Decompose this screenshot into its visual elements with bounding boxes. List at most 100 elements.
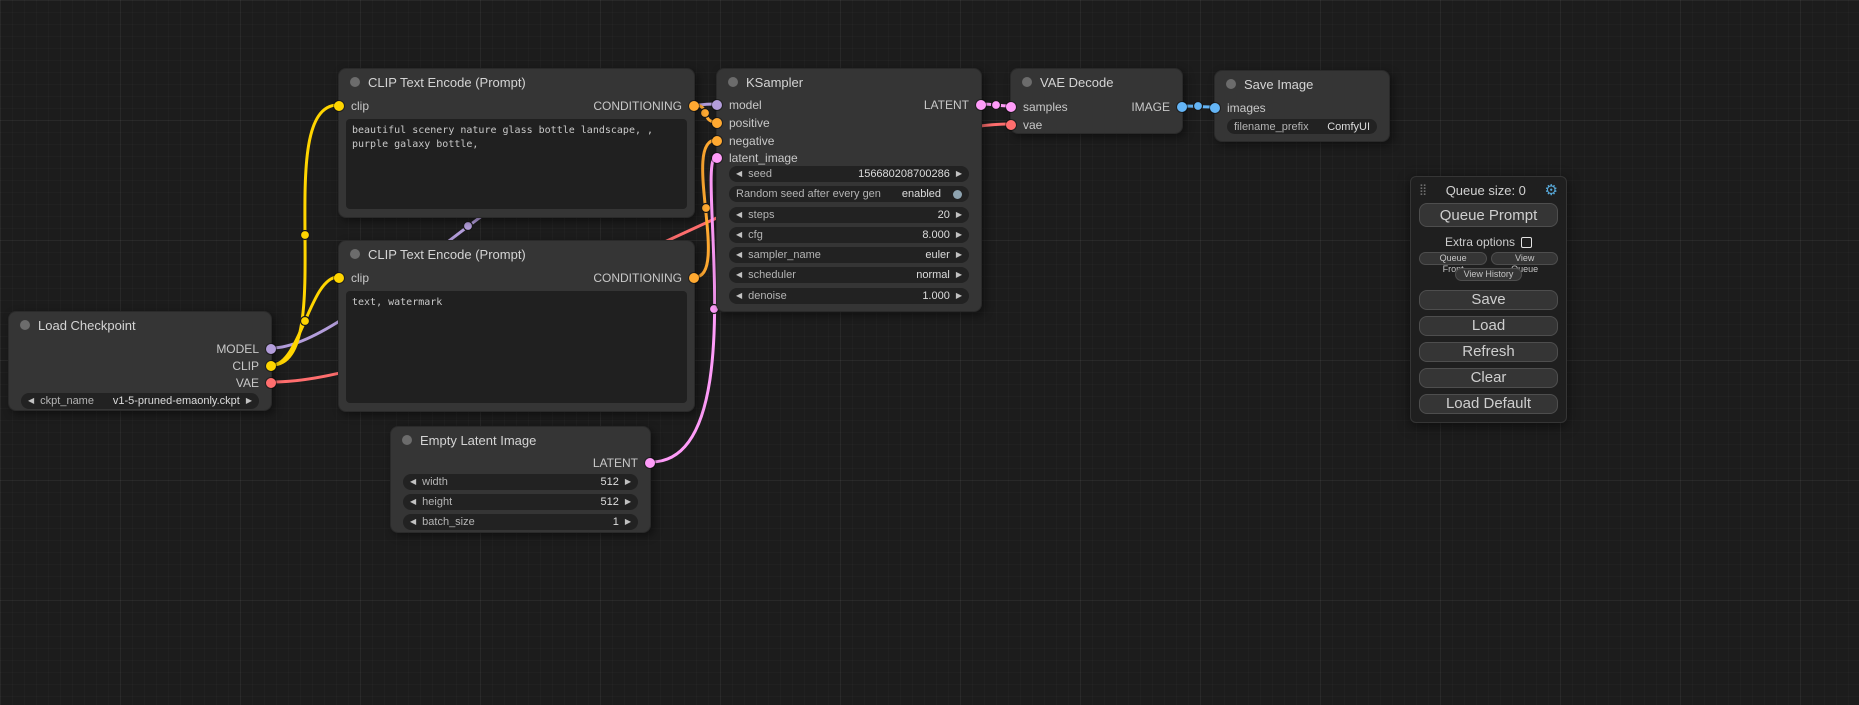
widget-batch-size[interactable]: ◀ batch_size 1 ▶ bbox=[403, 514, 638, 530]
next-arrow-icon[interactable]: ▶ bbox=[246, 397, 252, 405]
prev-arrow-icon[interactable]: ◀ bbox=[736, 231, 742, 239]
input-slot-clip[interactable]: clip bbox=[334, 270, 369, 286]
widget-denoise[interactable]: ◀ denoise 1.000 ▶ bbox=[729, 288, 969, 304]
save-button[interactable]: Save bbox=[1419, 290, 1558, 310]
conditioning-port-icon[interactable] bbox=[689, 101, 699, 111]
latent-port-icon[interactable] bbox=[712, 153, 722, 163]
prev-arrow-icon[interactable]: ◀ bbox=[736, 251, 742, 259]
node-empty-latent-image[interactable]: Empty Latent Image LATENT ◀ width 512 ▶ … bbox=[390, 426, 651, 533]
image-port-icon[interactable] bbox=[1210, 103, 1220, 113]
refresh-button[interactable]: Refresh bbox=[1419, 342, 1558, 362]
prev-arrow-icon[interactable]: ◀ bbox=[410, 478, 416, 486]
settings-gear-icon[interactable]: ⚙ bbox=[1545, 183, 1558, 198]
next-arrow-icon[interactable]: ▶ bbox=[956, 211, 962, 219]
view-queue-button[interactable]: View Queue bbox=[1491, 252, 1558, 265]
node-vae-decode[interactable]: VAE Decode samples vae IMAGE bbox=[1010, 68, 1183, 134]
prev-arrow-icon[interactable]: ◀ bbox=[736, 170, 742, 178]
prev-arrow-icon[interactable]: ◀ bbox=[736, 211, 742, 219]
node-clip-text-encode-positive[interactable]: CLIP Text Encode (Prompt) clip CONDITION… bbox=[338, 68, 695, 218]
vae-port-icon[interactable] bbox=[1006, 120, 1016, 130]
next-arrow-icon[interactable]: ▶ bbox=[956, 231, 962, 239]
clear-button[interactable]: Clear bbox=[1419, 368, 1558, 388]
output-slot-latent[interactable]: LATENT bbox=[593, 455, 655, 471]
prev-arrow-icon[interactable]: ◀ bbox=[410, 518, 416, 526]
clip-port-icon[interactable] bbox=[334, 273, 344, 283]
node-ksampler[interactable]: KSampler model positive negative latent_… bbox=[716, 68, 982, 312]
latent-port-icon[interactable] bbox=[645, 458, 655, 468]
node-title-bar[interactable]: CLIP Text Encode (Prompt) bbox=[339, 241, 694, 267]
next-arrow-icon[interactable]: ▶ bbox=[956, 251, 962, 259]
output-slot-model[interactable]: MODEL bbox=[216, 341, 276, 357]
output-slot-latent[interactable]: LATENT bbox=[924, 97, 986, 113]
widget-scheduler[interactable]: ◀ scheduler normal ▶ bbox=[729, 267, 969, 283]
collapse-dot[interactable] bbox=[350, 77, 360, 87]
node-title-bar[interactable]: Empty Latent Image bbox=[391, 427, 650, 453]
node-title-bar[interactable]: Save Image bbox=[1215, 71, 1389, 97]
input-slot-positive[interactable]: positive bbox=[712, 115, 770, 131]
clip-port-icon[interactable] bbox=[266, 361, 276, 371]
toggle-dot-icon[interactable] bbox=[953, 190, 962, 199]
latent-port-icon[interactable] bbox=[1006, 102, 1016, 112]
queue-front-button[interactable]: Queue Front bbox=[1419, 252, 1487, 265]
negative-prompt-textarea[interactable]: text, watermark bbox=[346, 291, 687, 403]
widget-cfg[interactable]: ◀ cfg 8.000 ▶ bbox=[729, 227, 969, 243]
next-arrow-icon[interactable]: ▶ bbox=[625, 478, 631, 486]
vae-port-icon[interactable] bbox=[266, 378, 276, 388]
widget-random-seed-toggle[interactable]: Random seed after every gen enabled bbox=[729, 186, 969, 202]
node-title-bar[interactable]: VAE Decode bbox=[1011, 69, 1182, 95]
conditioning-port-icon[interactable] bbox=[712, 118, 722, 128]
output-slot-clip[interactable]: CLIP bbox=[232, 358, 276, 374]
image-port-icon[interactable] bbox=[1177, 102, 1187, 112]
input-slot-clip[interactable]: clip bbox=[334, 98, 369, 114]
load-button[interactable]: Load bbox=[1419, 316, 1558, 336]
model-port-icon[interactable] bbox=[712, 100, 722, 110]
collapse-dot[interactable] bbox=[728, 77, 738, 87]
widget-height[interactable]: ◀ height 512 ▶ bbox=[403, 494, 638, 510]
extra-options-checkbox[interactable] bbox=[1521, 237, 1532, 248]
widget-ckpt-name[interactable]: ◀ ckpt_name v1-5-pruned-emaonly.ckpt ▶ bbox=[21, 393, 259, 409]
output-slot-conditioning[interactable]: CONDITIONING bbox=[593, 270, 699, 286]
input-slot-images[interactable]: images bbox=[1210, 100, 1266, 116]
node-title-bar[interactable]: CLIP Text Encode (Prompt) bbox=[339, 69, 694, 95]
node-load-checkpoint[interactable]: Load Checkpoint MODEL CLIP VAE ◀ ckpt_na… bbox=[8, 311, 272, 411]
node-title-bar[interactable]: Load Checkpoint bbox=[9, 312, 271, 338]
next-arrow-icon[interactable]: ▶ bbox=[956, 271, 962, 279]
next-arrow-icon[interactable]: ▶ bbox=[625, 518, 631, 526]
model-port-icon[interactable] bbox=[266, 344, 276, 354]
input-slot-negative[interactable]: negative bbox=[712, 133, 774, 149]
conditioning-port-icon[interactable] bbox=[712, 136, 722, 146]
positive-prompt-textarea[interactable]: beautiful scenery nature glass bottle la… bbox=[346, 119, 687, 209]
widget-width[interactable]: ◀ width 512 ▶ bbox=[403, 474, 638, 490]
node-clip-text-encode-negative[interactable]: CLIP Text Encode (Prompt) clip CONDITION… bbox=[338, 240, 695, 412]
load-default-button[interactable]: Load Default bbox=[1419, 394, 1558, 414]
clip-port-icon[interactable] bbox=[334, 101, 344, 111]
prev-arrow-icon[interactable]: ◀ bbox=[28, 397, 34, 405]
node-save-image[interactable]: Save Image images filename_prefix ComfyU… bbox=[1214, 70, 1390, 142]
widget-seed[interactable]: ◀ seed 156680208700286 ▶ bbox=[729, 166, 969, 182]
input-slot-samples[interactable]: samples bbox=[1006, 99, 1068, 115]
node-graph-canvas[interactable]: Load Checkpoint MODEL CLIP VAE ◀ ckpt_na… bbox=[0, 0, 1859, 705]
next-arrow-icon[interactable]: ▶ bbox=[956, 292, 962, 300]
collapse-dot[interactable] bbox=[350, 249, 360, 259]
drag-handle-icon[interactable]: ⣿ bbox=[1419, 185, 1427, 196]
node-title-bar[interactable]: KSampler bbox=[717, 69, 981, 95]
output-slot-conditioning[interactable]: CONDITIONING bbox=[593, 98, 699, 114]
next-arrow-icon[interactable]: ▶ bbox=[956, 170, 962, 178]
input-slot-vae[interactable]: vae bbox=[1006, 117, 1042, 133]
widget-sampler-name[interactable]: ◀ sampler_name euler ▶ bbox=[729, 247, 969, 263]
latent-port-icon[interactable] bbox=[976, 100, 986, 110]
input-slot-latent-image[interactable]: latent_image bbox=[712, 150, 798, 166]
prev-arrow-icon[interactable]: ◀ bbox=[736, 271, 742, 279]
prev-arrow-icon[interactable]: ◀ bbox=[736, 292, 742, 300]
output-slot-image[interactable]: IMAGE bbox=[1131, 99, 1187, 115]
widget-steps[interactable]: ◀ steps 20 ▶ bbox=[729, 207, 969, 223]
queue-prompt-button[interactable]: Queue Prompt bbox=[1419, 203, 1558, 227]
collapse-dot[interactable] bbox=[402, 435, 412, 445]
next-arrow-icon[interactable]: ▶ bbox=[625, 498, 631, 506]
collapse-dot[interactable] bbox=[20, 320, 30, 330]
prev-arrow-icon[interactable]: ◀ bbox=[410, 498, 416, 506]
collapse-dot[interactable] bbox=[1226, 79, 1236, 89]
conditioning-port-icon[interactable] bbox=[689, 273, 699, 283]
input-slot-model[interactable]: model bbox=[712, 97, 762, 113]
widget-filename-prefix[interactable]: filename_prefix ComfyUI bbox=[1227, 119, 1377, 134]
